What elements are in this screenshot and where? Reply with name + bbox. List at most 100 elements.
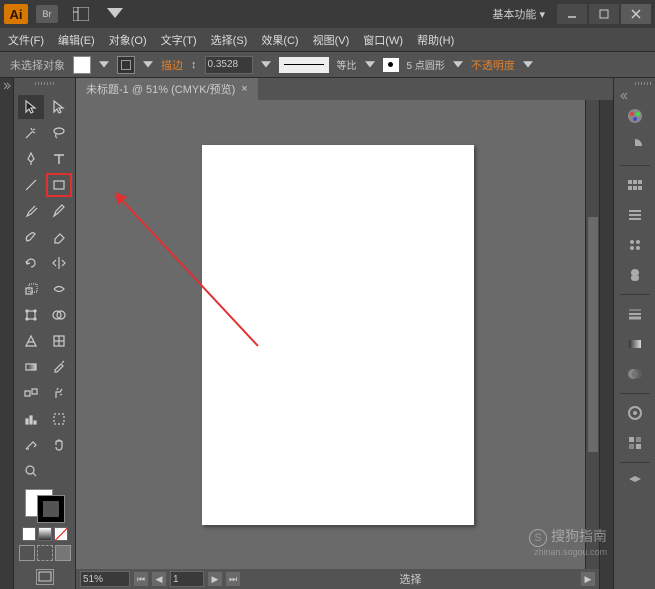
menu-object[interactable]: 对象(O) — [109, 32, 147, 48]
status-bar: ⏮ ◀ ▶ ⏭ 选择 ▶ — [76, 569, 599, 589]
stroke-panel-icon[interactable] — [620, 300, 650, 328]
close-button[interactable] — [621, 4, 651, 24]
stroke-swatch[interactable] — [117, 56, 135, 74]
line-tool[interactable] — [18, 173, 44, 197]
artboards-panel-icon[interactable] — [620, 498, 650, 526]
rotate-tool[interactable] — [18, 251, 44, 275]
blend-tool[interactable] — [18, 381, 44, 405]
draw-behind-icon[interactable] — [37, 545, 53, 561]
document-tab-title: 未标题-1 @ 51% (CMYK/预览) — [86, 81, 235, 97]
stroke-label[interactable]: 描边 — [161, 57, 183, 73]
graphic-styles-panel-icon[interactable] — [620, 429, 650, 457]
artboard-number-input[interactable] — [170, 571, 204, 587]
selection-tool[interactable] — [18, 95, 44, 119]
transparency-panel-icon[interactable] — [620, 360, 650, 388]
swatches-panel-icon[interactable] — [620, 171, 650, 199]
minimize-button[interactable] — [557, 4, 587, 24]
document-tab[interactable]: 未标题-1 @ 51% (CMYK/预览) × — [76, 78, 258, 100]
eraser-tool[interactable] — [46, 225, 72, 249]
color-panel-icon[interactable] — [620, 102, 650, 130]
draw-normal-icon[interactable] — [19, 545, 35, 561]
prev-artboard-button[interactable]: ◀ — [152, 572, 166, 586]
shape-builder-tool[interactable] — [46, 303, 72, 327]
brush-dropdown-icon[interactable] — [453, 60, 463, 70]
brushes-panel-icon[interactable] — [620, 201, 650, 229]
menu-edit[interactable]: 编辑(E) — [58, 32, 95, 48]
arrange-dropdown-icon[interactable] — [104, 5, 126, 23]
stroke-dropdown-icon[interactable] — [143, 60, 153, 70]
opacity-label[interactable]: 不透明度 — [471, 57, 515, 73]
menu-window[interactable]: 窗口(W) — [363, 32, 403, 48]
stroke-weight-dropdown-icon[interactable] — [261, 60, 271, 70]
artboard[interactable] — [202, 145, 474, 525]
symbols2-panel-icon[interactable] — [620, 261, 650, 289]
menu-effect[interactable]: 效果(C) — [261, 32, 298, 48]
appearance-panel-icon[interactable] — [620, 399, 650, 427]
reflect-tool[interactable] — [46, 251, 72, 275]
width-tool[interactable] — [46, 277, 72, 301]
canvas-viewport[interactable] — [76, 100, 599, 569]
paintbrush-tool[interactable] — [18, 199, 44, 223]
menu-file[interactable]: 文件(F) — [8, 32, 44, 48]
eyedropper-tool[interactable] — [46, 355, 72, 379]
none-mode-icon[interactable] — [54, 527, 68, 541]
lasso-tool[interactable] — [46, 121, 72, 145]
menu-text[interactable]: 文字(T) — [161, 32, 197, 48]
vertical-scrollbar[interactable] — [585, 100, 599, 569]
pen-tool[interactable] — [18, 147, 44, 171]
toolbox-grip-icon[interactable] — [17, 82, 73, 91]
bridge-badge[interactable]: Br — [36, 5, 58, 23]
next-artboard-button[interactable]: ▶ — [208, 572, 222, 586]
artboard-tool[interactable] — [46, 407, 72, 431]
color-mode-icon[interactable] — [22, 527, 36, 541]
menu-view[interactable]: 视图(V) — [313, 32, 350, 48]
opacity-dropdown-icon[interactable] — [523, 60, 533, 70]
arrange-documents-icon[interactable] — [70, 5, 92, 23]
type-tool[interactable] — [46, 147, 72, 171]
maximize-button[interactable] — [589, 4, 619, 24]
zoom-tool[interactable] — [18, 459, 44, 483]
workspace-label[interactable]: 基本功能 ▾ — [492, 6, 545, 22]
gradient-panel-icon[interactable] — [620, 330, 650, 358]
document-tab-close-icon[interactable]: × — [241, 83, 247, 95]
mesh-tool[interactable] — [46, 329, 72, 353]
draw-inside-icon[interactable] — [55, 545, 71, 561]
rectangle-tool[interactable] — [46, 173, 72, 197]
gradient-mode-icon[interactable] — [38, 527, 52, 541]
blob-brush-tool[interactable] — [18, 225, 44, 249]
screen-mode-icon[interactable] — [36, 569, 54, 585]
direct-selection-tool[interactable] — [46, 95, 72, 119]
pencil-tool[interactable] — [46, 199, 72, 223]
options-bar: 未选择对象 描边 ↕ 等比 5 点圆形 不透明度 — [0, 52, 655, 78]
last-artboard-button[interactable]: ⏭ — [226, 572, 240, 586]
first-artboard-button[interactable]: ⏮ — [134, 572, 148, 586]
status-menu-button[interactable]: ▶ — [581, 572, 595, 586]
fill-swatch[interactable] — [73, 56, 91, 74]
menu-select[interactable]: 选择(S) — [211, 32, 248, 48]
slice-tool[interactable] — [18, 433, 44, 457]
collapse-arrows-icon[interactable] — [618, 92, 628, 100]
hand-tool[interactable] — [46, 433, 72, 457]
stroke-profile-preview[interactable] — [279, 57, 329, 73]
expand-arrows-icon[interactable] — [2, 82, 12, 90]
layers-panel-icon[interactable] — [620, 468, 650, 496]
scale-tool[interactable] — [18, 277, 44, 301]
right-panel-grip-icon[interactable] — [617, 82, 653, 90]
brush-preview[interactable] — [383, 58, 399, 72]
symbol-sprayer-tool[interactable] — [46, 381, 72, 405]
perspective-tool[interactable] — [18, 329, 44, 353]
magic-wand-tool[interactable] — [18, 121, 44, 145]
menu-help[interactable]: 帮助(H) — [417, 32, 454, 48]
zoom-select[interactable] — [80, 571, 130, 587]
stroke-profile-dropdown-icon[interactable] — [365, 60, 375, 70]
stroke-weight-input[interactable] — [205, 56, 253, 74]
column-graph-tool[interactable] — [18, 407, 44, 431]
free-transform-tool[interactable] — [18, 303, 44, 327]
fill-dropdown-icon[interactable] — [99, 60, 109, 70]
symbols-panel-icon[interactable] — [620, 231, 650, 259]
stroke-color-swatch[interactable] — [37, 495, 65, 523]
gradient-tool[interactable] — [18, 355, 44, 379]
fill-stroke-colors[interactable] — [25, 489, 65, 523]
brush-label: 5 点圆形 — [407, 57, 445, 72]
color-guide-panel-icon[interactable] — [620, 132, 650, 160]
